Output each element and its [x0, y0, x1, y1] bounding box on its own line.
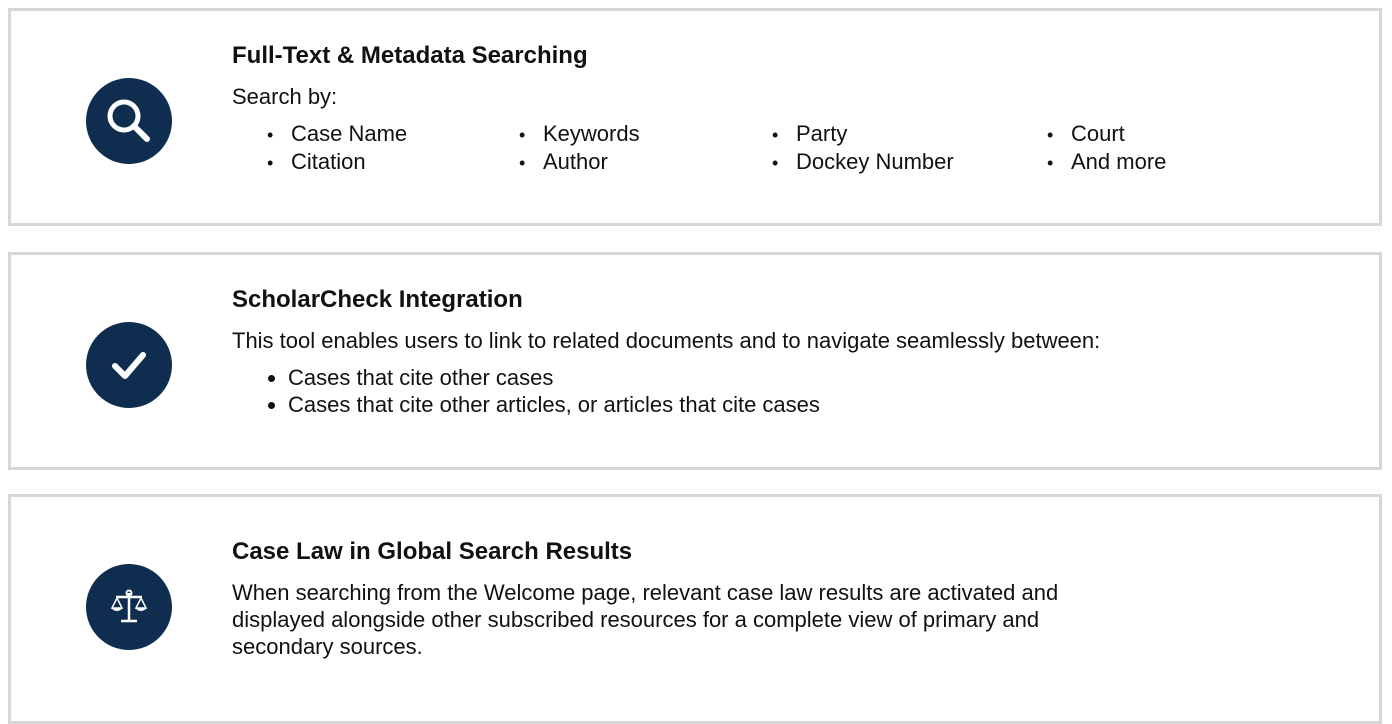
checkmark-icon	[86, 322, 172, 408]
scholarcheck-list: Cases that cite other cases Cases that c…	[232, 364, 1359, 418]
list-item: And more	[1071, 148, 1166, 177]
card-content: Case Law in Global Search Results When s…	[232, 537, 1359, 670]
list-item: Party	[796, 120, 847, 149]
list-item: Case Name	[291, 120, 407, 149]
card-description: When searching from the Welcome page, re…	[232, 580, 1059, 659]
feature-card-search: Full-Text & Metadata Searching Search by…	[8, 8, 1382, 226]
feature-card-scholarcheck: ScholarCheck Integration This tool enabl…	[8, 252, 1382, 470]
search-fields-list: Case Name Citation Keywords Author Party…	[232, 120, 1359, 180]
search-icon	[86, 78, 172, 164]
list-item: Citation	[291, 148, 366, 177]
list-item: Cases that cite other cases	[288, 364, 1359, 391]
card-content: ScholarCheck Integration This tool enabl…	[232, 285, 1359, 418]
card-content: Full-Text & Metadata Searching Search by…	[232, 41, 1359, 180]
card-title: Full-Text & Metadata Searching	[232, 42, 588, 69]
feature-card-caselaw: Case Law in Global Search Results When s…	[8, 494, 1382, 724]
scales-icon	[86, 564, 172, 650]
list-item: Cases that cite other articles, or artic…	[288, 391, 1359, 418]
list-item: Author	[543, 148, 608, 177]
list-item: Dockey Number	[796, 148, 954, 177]
card-title: Case Law in Global Search Results	[232, 538, 633, 565]
list-item: Keywords	[543, 120, 640, 149]
list-item: Court	[1071, 120, 1125, 149]
card-title: ScholarCheck Integration	[232, 286, 523, 313]
card-description: Search by:	[232, 84, 338, 109]
card-description: This tool enables users to link to relat…	[232, 328, 1101, 353]
